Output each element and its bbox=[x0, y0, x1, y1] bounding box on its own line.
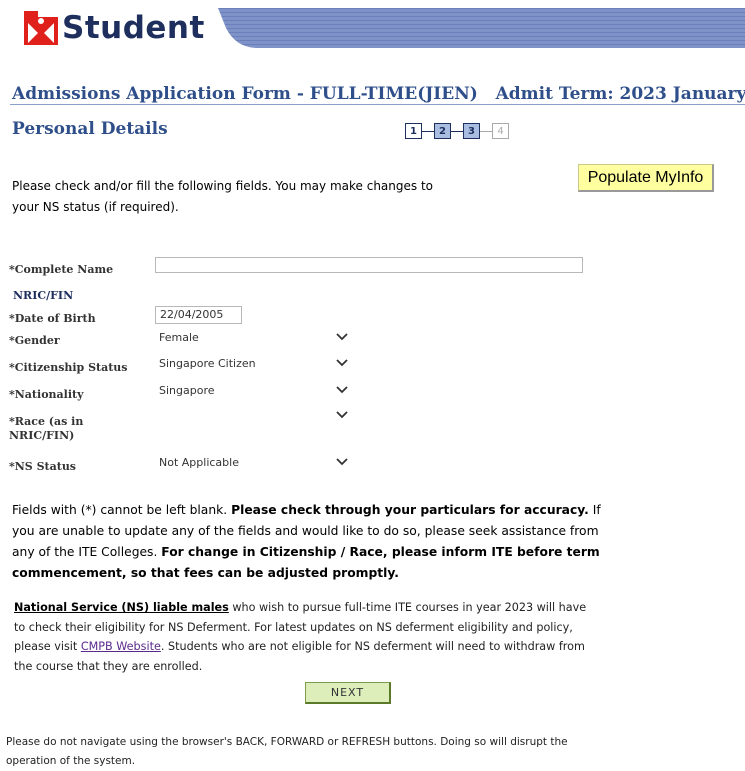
populate-myinfo-button[interactable]: Populate MyInfo bbox=[578, 164, 714, 192]
race-label-line2: NRIC/FIN) bbox=[9, 429, 75, 442]
next-button[interactable]: Next bbox=[305, 682, 391, 704]
ite-student-logo: Student bbox=[24, 8, 205, 48]
dob-field[interactable]: 22/04/2005 bbox=[155, 306, 242, 324]
ns-status-select[interactable]: Not Applicable bbox=[159, 456, 239, 469]
form-title: Admissions Application Form - FULL-TIME(… bbox=[12, 84, 745, 104]
nric-fin-label: NRIC/FIN bbox=[13, 289, 74, 302]
logo-mark-icon bbox=[24, 11, 58, 45]
gender-label: *Gender bbox=[9, 334, 60, 347]
navigation-warning: Please do not navigate using the browser… bbox=[6, 736, 568, 767]
chevron-down-icon[interactable] bbox=[336, 359, 348, 367]
intro-text: Please check and/or fill the following f… bbox=[12, 179, 433, 214]
header-banner bbox=[218, 8, 745, 48]
step-indicator: 1 2 3 4 bbox=[405, 123, 509, 139]
chevron-down-icon[interactable] bbox=[336, 411, 348, 419]
admit-term: Admit Term: 2023 January bbox=[495, 84, 745, 104]
form-name: Admissions Application Form - FULL-TIME(… bbox=[12, 84, 478, 104]
section-title: Personal Details bbox=[12, 119, 168, 139]
step-connector bbox=[480, 130, 492, 132]
step-4: 4 bbox=[492, 123, 509, 139]
logo-text: Student bbox=[62, 10, 205, 46]
required-fields-note: Fields with (*) cannot be left blank. Pl… bbox=[12, 503, 601, 580]
nationality-label: *Nationality bbox=[9, 388, 84, 401]
ns-liable-label: National Service (NS) liable males bbox=[14, 601, 229, 614]
cmpb-website-link[interactable]: CMPB Website bbox=[81, 640, 161, 653]
step-connector bbox=[451, 130, 463, 132]
step-connector bbox=[422, 130, 434, 132]
chevron-down-icon[interactable] bbox=[336, 333, 348, 341]
step-3: 3 bbox=[463, 123, 480, 139]
race-label-line1: *Race (as in bbox=[9, 415, 84, 428]
nationality-select[interactable]: Singapore bbox=[159, 384, 215, 397]
chevron-down-icon[interactable] bbox=[336, 458, 348, 466]
ns-status-label: *NS Status bbox=[9, 460, 77, 473]
ns-deferment-note: National Service (NS) liable males who w… bbox=[14, 601, 587, 673]
chevron-down-icon[interactable] bbox=[336, 386, 348, 394]
complete-name-input[interactable] bbox=[155, 257, 583, 273]
step-2: 2 bbox=[434, 123, 451, 139]
complete-name-label: *Complete Name bbox=[9, 263, 114, 276]
title-divider bbox=[10, 104, 745, 105]
citizenship-select[interactable]: Singapore Citizen bbox=[159, 357, 256, 370]
step-1: 1 bbox=[405, 123, 422, 139]
citizenship-label: *Citizenship Status bbox=[9, 361, 128, 374]
gender-select[interactable]: Female bbox=[159, 331, 199, 344]
dob-label: *Date of Birth bbox=[9, 312, 96, 325]
race-label: *Race (as in NRIC/FIN) bbox=[9, 415, 83, 443]
